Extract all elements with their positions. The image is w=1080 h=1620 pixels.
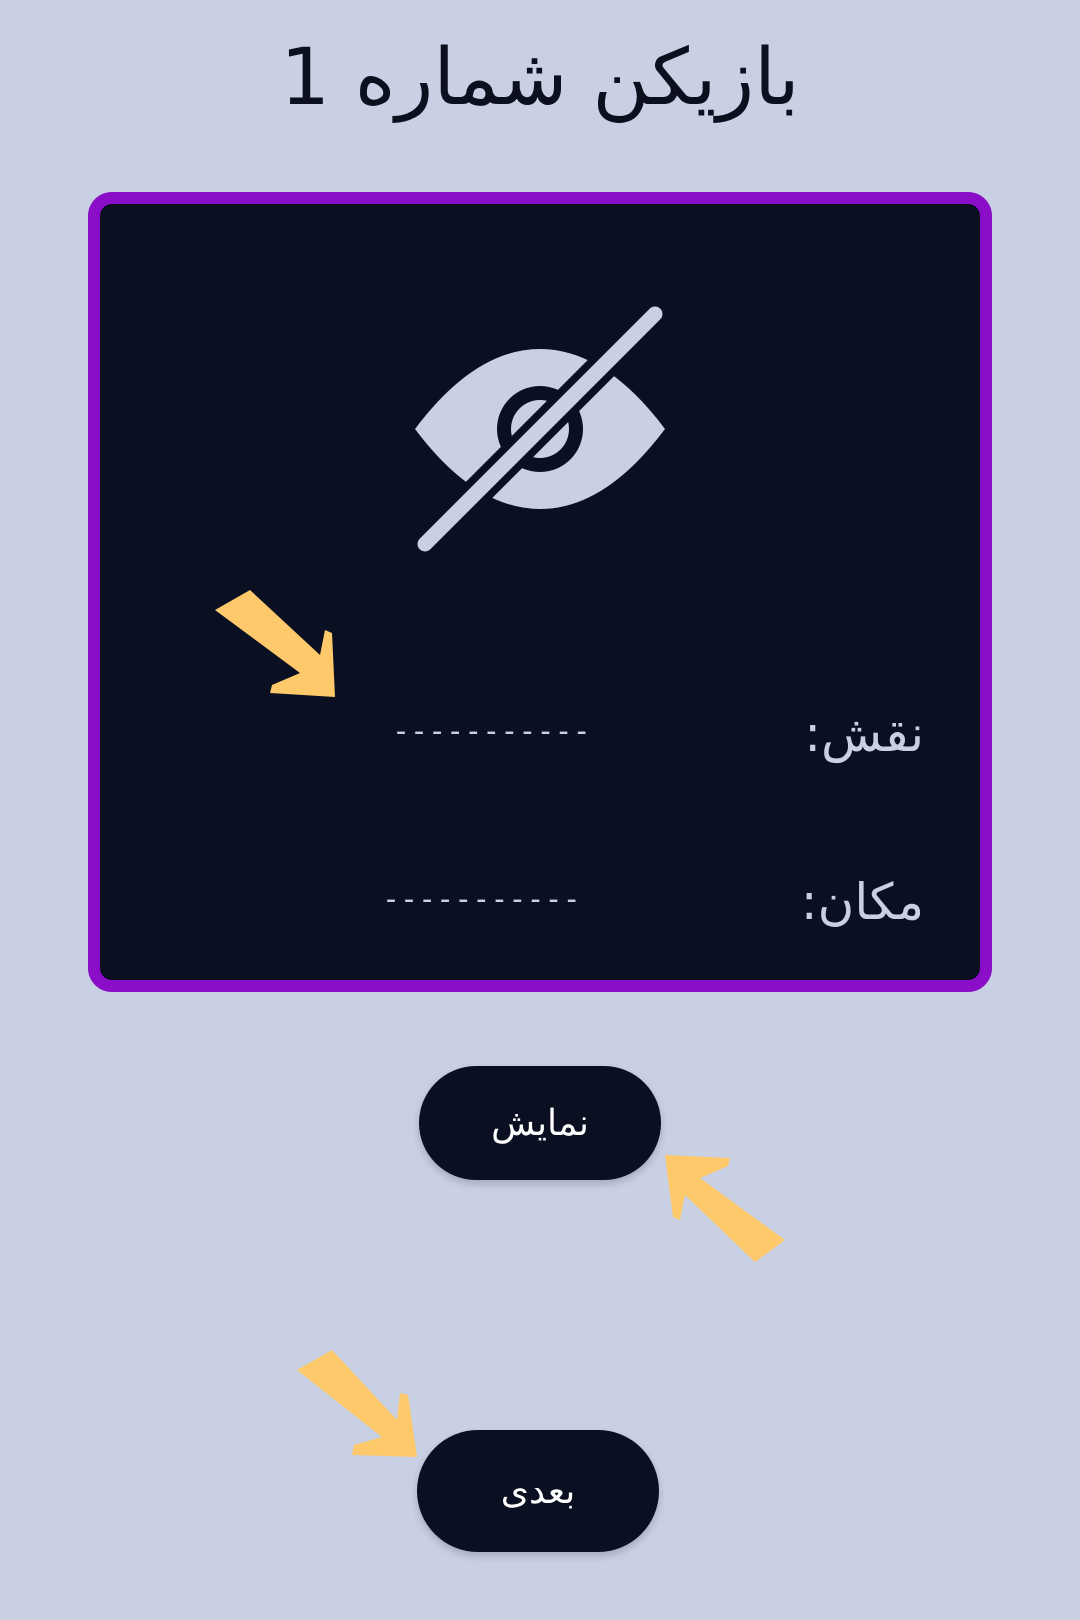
role-label: نقش:: [804, 705, 924, 763]
location-label: مکان:: [800, 873, 924, 931]
location-value: -----------: [382, 882, 581, 917]
page-title: بازیکن شماره 1: [280, 33, 800, 123]
show-button[interactable]: نمایش: [419, 1066, 661, 1180]
next-button[interactable]: بعدی: [417, 1430, 659, 1552]
arrow-pointer-icon: [297, 1350, 417, 1457]
arrow-pointer-icon: [665, 1155, 785, 1262]
eye-off-icon[interactable]: [415, 304, 665, 554]
arrow-pointer-icon: [215, 590, 335, 697]
role-value: -----------: [392, 714, 591, 749]
